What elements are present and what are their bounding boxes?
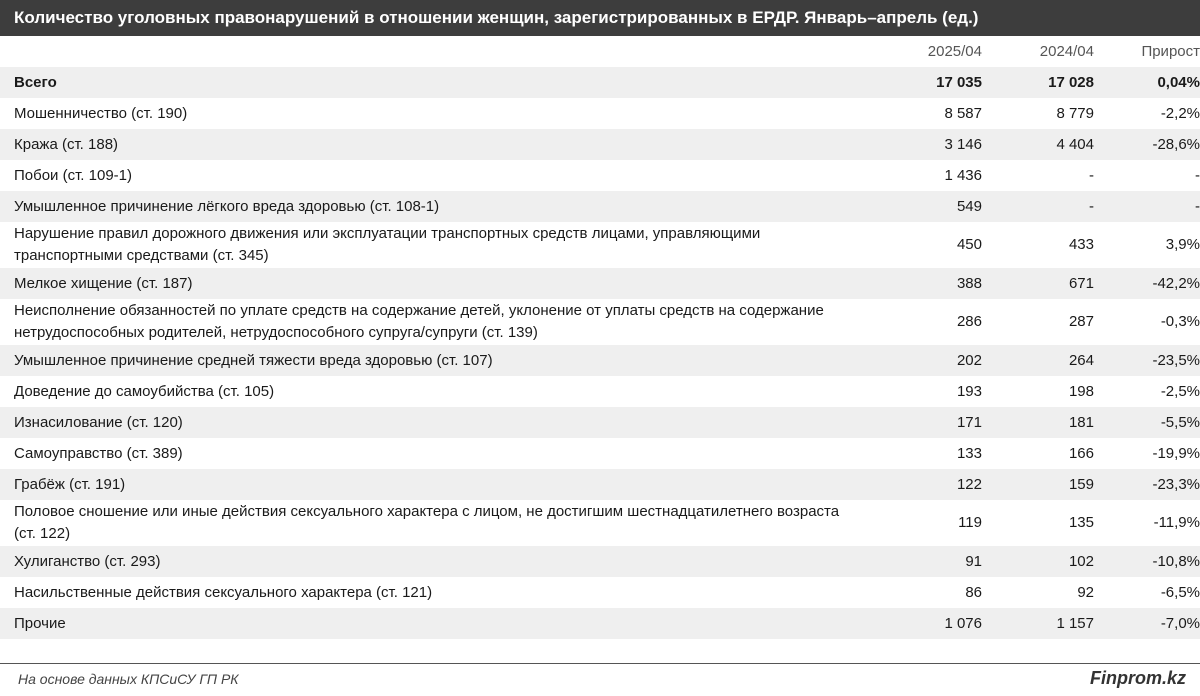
growth-value: 0,04% (1094, 67, 1200, 98)
value-2025: 286 (956, 313, 982, 330)
table-row: Хулиганство (ст. 293) 91 102 -10,8% (0, 546, 1200, 577)
value-2025: 549 (870, 191, 982, 222)
row-label: Мошенничество (ст. 190) (14, 104, 188, 122)
row-label: Умышленное причинение средней тяжести вр… (0, 345, 870, 376)
footer: На основе данных КПСиСУ ГП РК Finprom.kz (0, 663, 1200, 696)
growth-value: -23,3% (1094, 469, 1200, 500)
growth-value: -7,0% (1094, 608, 1200, 639)
value-2025: 133 (956, 444, 982, 462)
row-label: Неисполнение обязанностей по уплате сред… (14, 302, 824, 341)
value-2024: 92 (1077, 583, 1094, 601)
growth-value: -11,9% (1153, 514, 1200, 531)
header-row: 2025/04 2024/04 Прирост (0, 36, 1200, 67)
row-label: Грабёж (ст. 191) (0, 469, 870, 500)
value-2024: 287 (1068, 313, 1094, 330)
growth-value: -5,5% (1094, 407, 1200, 438)
value-2024: 198 (1068, 382, 1094, 400)
table-row: Грабёж (ст. 191) 122 159 -23,3% (0, 469, 1200, 500)
value-2025: 202 (870, 345, 982, 376)
value-2024: 4 404 (982, 129, 1094, 160)
table-body: Всего 17 035 17 028 0,04% Мошенничество (ст.… (0, 67, 1200, 639)
value-2024: 102 (982, 546, 1094, 577)
value-2025: 1 436 (944, 166, 982, 184)
growth-value: -2,2% (1160, 104, 1200, 122)
value-2025: 91 (870, 546, 982, 577)
row-label: Умышленное причинение лёгкого вреда здор… (0, 191, 870, 222)
table-row: Неисполнение обязанностей по уплате сред… (0, 299, 1200, 345)
value-2025: 193 (956, 382, 982, 400)
value-2024: 181 (982, 407, 1094, 438)
row-label: Половое сношение или иные действия сексу… (14, 503, 840, 542)
row-label: Прочие (0, 608, 870, 639)
table-row-total: Всего 17 035 17 028 0,04% (0, 67, 1200, 98)
value-2025: 17 035 (870, 67, 982, 98)
table-row: Самоуправство (ст. 389) 133 166 -19,9% (0, 438, 1200, 469)
value-2024: 135 (1068, 514, 1094, 531)
growth-value: -23,5% (1094, 345, 1200, 376)
table-figure: Количество уголовных правонарушений в от… (0, 0, 1200, 695)
growth-value: -0,3% (1160, 313, 1200, 330)
table-row: Мелкое хищение (ст. 187) 388 671 -42,2% (0, 268, 1200, 299)
growth-value: 3,9% (1165, 236, 1200, 253)
growth-value: -6,5% (1160, 583, 1200, 601)
growth-value: -28,6% (1094, 129, 1200, 160)
value-2024: - (1089, 166, 1094, 184)
value-2025: 450 (956, 236, 982, 253)
chart-title: Количество уголовных правонарушений в от… (0, 0, 1200, 36)
value-2024: 264 (982, 345, 1094, 376)
value-2025: 1 076 (870, 608, 982, 639)
row-label: Доведение до самоубийства (ст. 105) (14, 382, 275, 400)
row-label: Изнасилование (ст. 120) (0, 407, 870, 438)
value-2024: 8 779 (1056, 104, 1094, 122)
value-2025: 388 (870, 268, 982, 299)
row-label: Самоуправство (ст. 389) (14, 444, 183, 462)
row-label: Мелкое хищение (ст. 187) (0, 268, 870, 299)
table-row: Насильственные действия сексуального хар… (0, 577, 1200, 608)
value-2025: 3 146 (870, 129, 982, 160)
table-row: Кража (ст. 188) 3 146 4 404 -28,6% (0, 129, 1200, 160)
row-label: Кража (ст. 188) (0, 129, 870, 160)
table-row: Нарушение правил дорожного движения или … (0, 222, 1200, 268)
row-label: Хулиганство (ст. 293) (0, 546, 870, 577)
growth-value: - (1195, 166, 1200, 184)
value-2025: 119 (958, 514, 982, 531)
value-2024: - (982, 191, 1094, 222)
growth-value: -42,2% (1094, 268, 1200, 299)
table-row: Прочие 1 076 1 157 -7,0% (0, 608, 1200, 639)
value-2024: 671 (982, 268, 1094, 299)
row-label: Всего (0, 67, 870, 98)
brand-logo: Finprom.kz (1089, 668, 1186, 688)
value-2025: 122 (870, 469, 982, 500)
source-note: На основе данных КПСиСУ ГП РК (18, 671, 239, 687)
row-label: Нарушение правил дорожного движения или … (14, 225, 761, 264)
growth-value: -10,8% (1094, 546, 1200, 577)
column-header-growth: Прирост (1141, 43, 1200, 60)
value-2024: 1 157 (982, 608, 1094, 639)
table-row: Половое сношение или иные действия сексу… (0, 500, 1200, 546)
column-header-2024: 2024/04 (1039, 43, 1094, 60)
row-label: Побои (ст. 109-1) (14, 166, 133, 184)
table-row: Побои (ст. 109-1) 1 436 - - (0, 160, 1200, 191)
growth-value: -2,5% (1160, 382, 1200, 400)
growth-value: -19,9% (1152, 444, 1200, 462)
value-2024: 17 028 (982, 67, 1094, 98)
column-header-2025: 2025/04 (927, 43, 982, 60)
value-2025: 8 587 (944, 104, 982, 122)
data-table: 2025/04 2024/04 Прирост Всего 17 035 17 02… (0, 36, 1200, 639)
table-row: Умышленное причинение средней тяжести вр… (0, 345, 1200, 376)
value-2024: 433 (1068, 236, 1094, 253)
table-row: Мошенничество (ст. 190) 8 587 8 779 -2,2% (0, 98, 1200, 129)
table-row: Умышленное причинение лёгкого вреда здор… (0, 191, 1200, 222)
value-2024: 159 (982, 469, 1094, 500)
table-row: Изнасилование (ст. 120) 171 181 -5,5% (0, 407, 1200, 438)
value-2025: 171 (870, 407, 982, 438)
row-label: Насильственные действия сексуального хар… (14, 583, 433, 601)
value-2025: 86 (965, 583, 982, 601)
value-2024: 166 (1068, 444, 1094, 462)
table-row: Доведение до самоубийства (ст. 105) 193 19… (0, 376, 1200, 407)
column-header-label (0, 36, 870, 67)
growth-value: - (1094, 191, 1200, 222)
